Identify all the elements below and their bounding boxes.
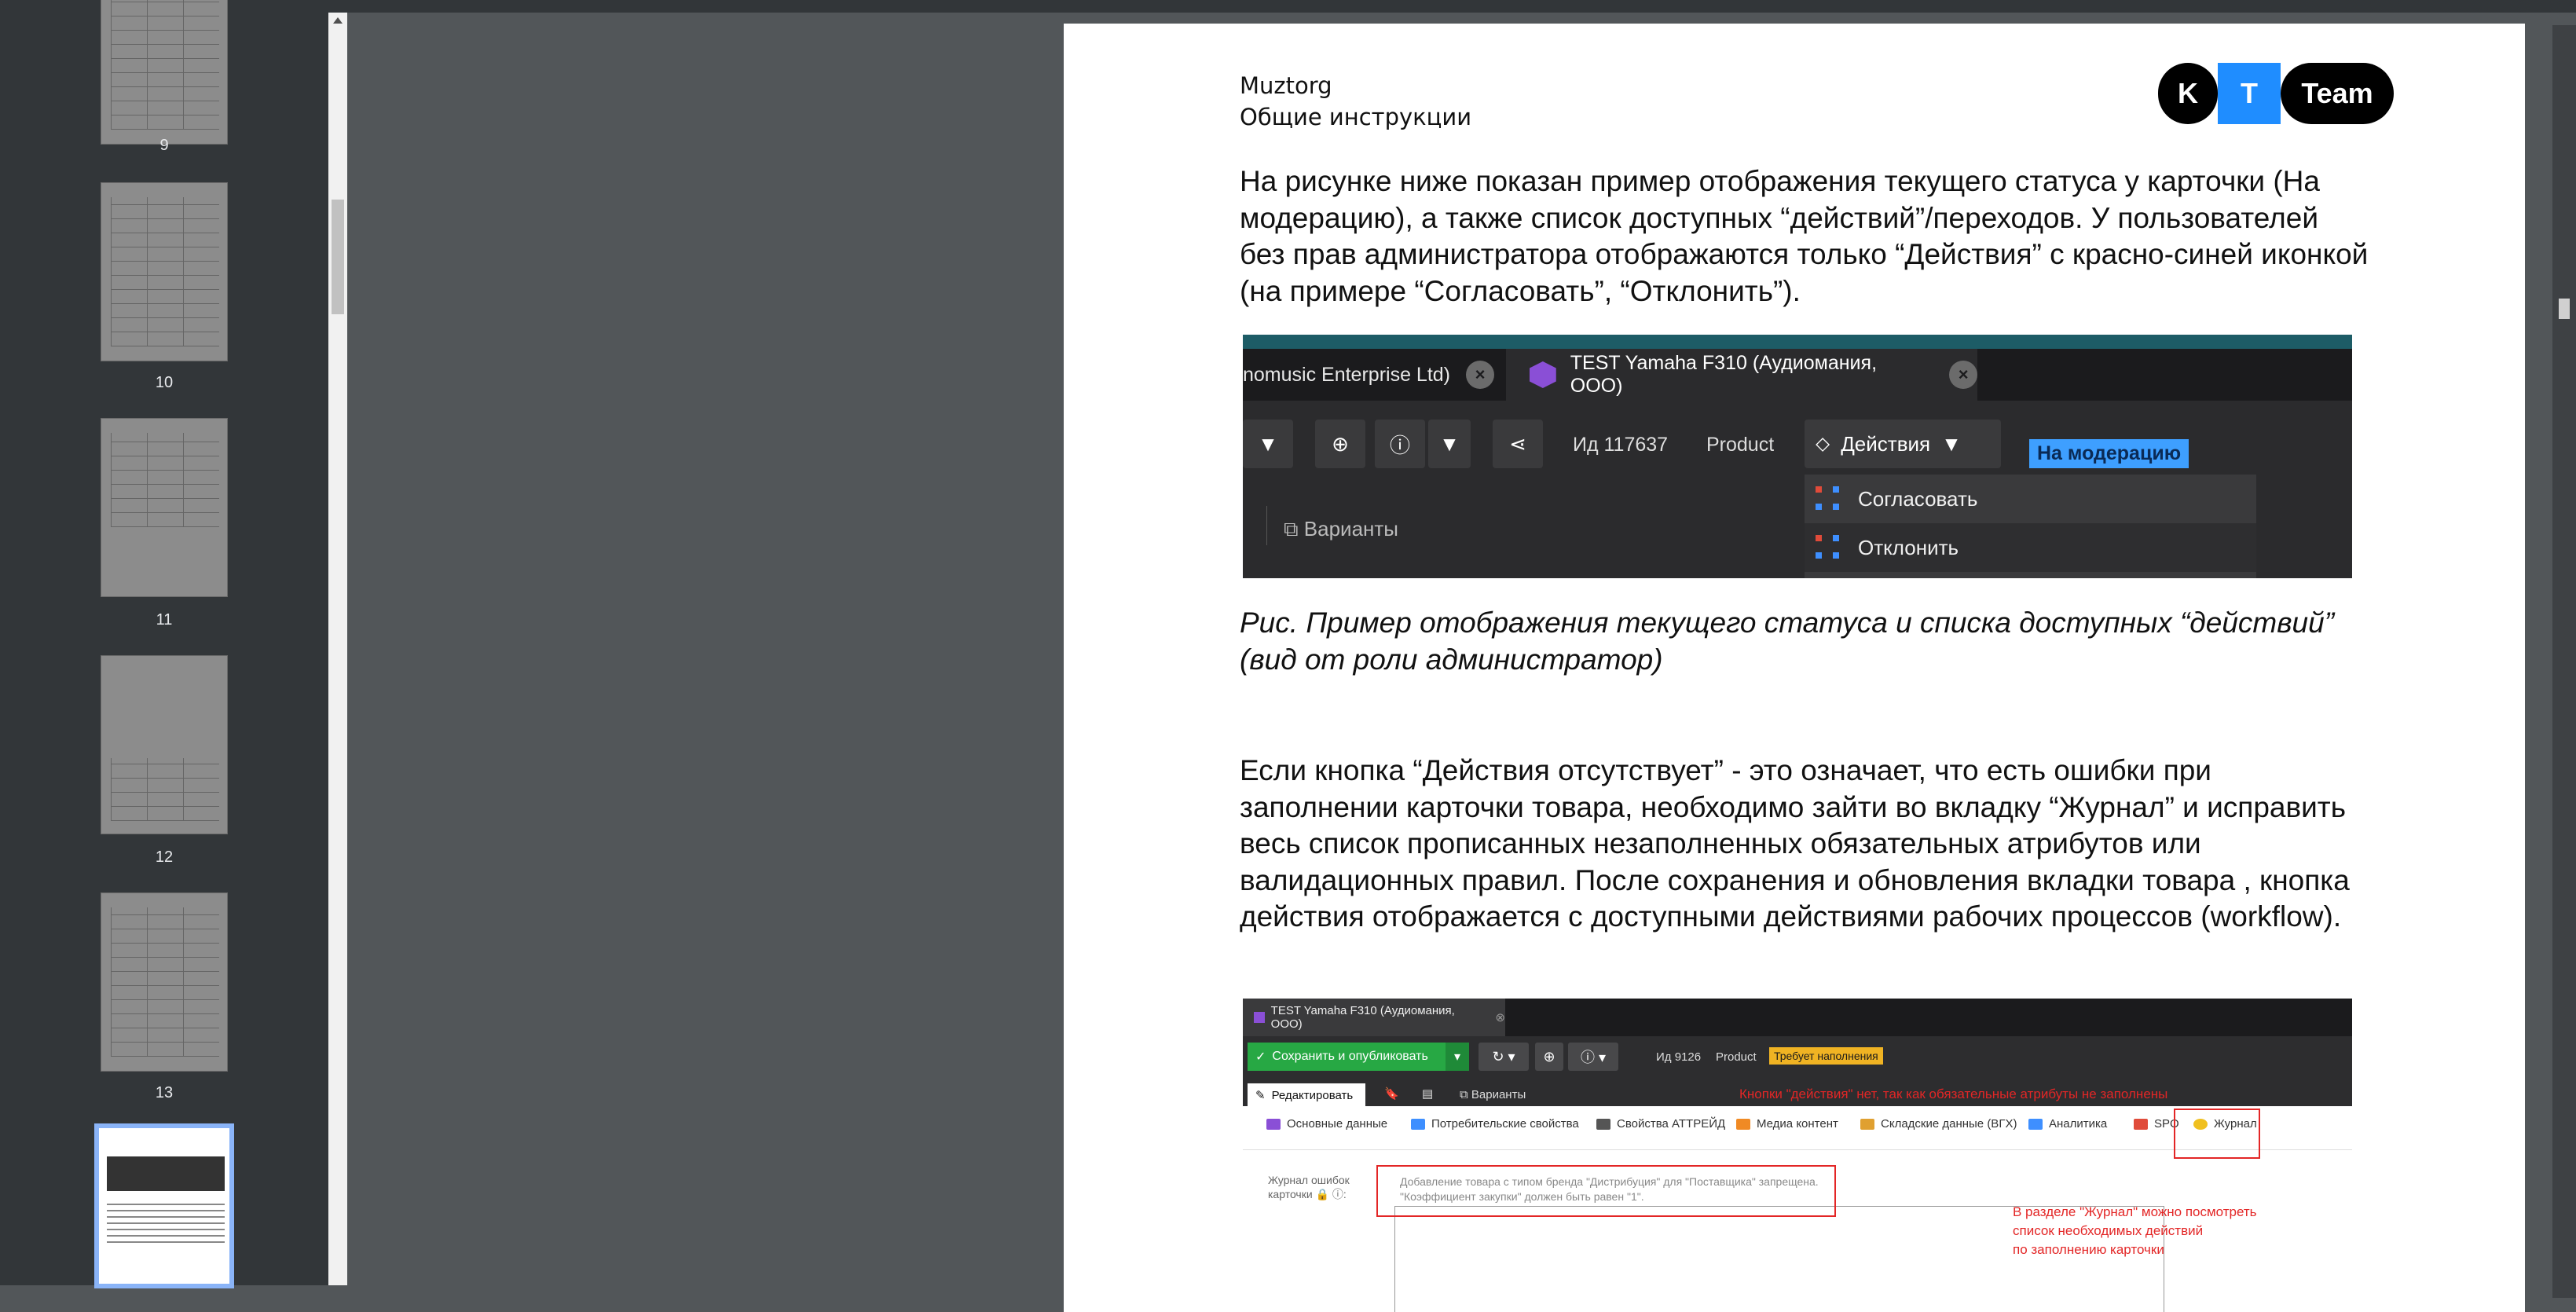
variants-tab: ⧉ Варианты (1284, 517, 1398, 541)
header-section: Общие инструкции (1240, 104, 1472, 130)
refresh-icon: ↻ ▾ (1479, 1043, 1529, 1071)
menu-item-reject: Отклонить (1805, 523, 2256, 572)
close-icon: × (1949, 361, 1977, 389)
tab-active: TEST Yamaha F310 (Аудиомания, ООО) ⊗ (1243, 999, 1505, 1036)
workflow-icon (1816, 535, 1841, 560)
variants-tab: ⧉ Варианты (1460, 1088, 1526, 1101)
dropdown-caret-icon: ▼ (1243, 420, 1293, 468)
highlight-errors (1376, 1165, 1836, 1217)
figure-caption: Рис. Пример отображения текущего статуса… (1240, 607, 2335, 676)
save-publish-button: ✓ Сохранить и опубликовать ▾ (1248, 1043, 1469, 1071)
workflow-icon (1816, 486, 1841, 511)
tab-partial: nomusic Enterprise Ltd) × (1243, 349, 1504, 401)
page-thumbnail-11[interactable] (101, 418, 228, 597)
share-icon: ⋖ (1493, 420, 1543, 468)
check-icon: ✓ (1255, 1050, 1266, 1064)
thumbnail-sidebar: 9 10 11 12 13 (0, 0, 328, 1288)
note-journal: В разделе "Журнал" можно посмотреть списо… (2013, 1204, 2257, 1257)
actions-dropmenu: Согласовать Отклонить (1805, 475, 2256, 578)
log-label: Журнал ошибок карточки 🔒 ⓘ: (1268, 1174, 1350, 1200)
page-number: 12 (155, 848, 174, 866)
sidebar-scrollbar[interactable] (328, 13, 347, 1285)
item-type: Product (1716, 1050, 1757, 1064)
locate-icon: ⊕ (1315, 420, 1365, 468)
nav-main-data: Основные данные (1266, 1117, 1387, 1131)
kt-team-logo: K T Team (2158, 63, 2394, 124)
page-number: 10 (155, 374, 174, 391)
scrollbar-thumb[interactable] (2559, 299, 2570, 319)
close-icon: ⊗ (1495, 1011, 1505, 1024)
page-number: 13 (155, 1084, 174, 1101)
info-icon: ⓘ (1375, 420, 1425, 468)
nav-analytics: Аналитика (2028, 1117, 2107, 1131)
page-thumbnail-active[interactable] (94, 1123, 234, 1288)
status-badge: На модерацию (2029, 439, 2189, 468)
nav-attrade-props: Свойства АТТРЕЙД (1596, 1117, 1725, 1131)
nav-spo: SPO (2134, 1117, 2179, 1131)
clipboard-icon: ▤ (1422, 1087, 1434, 1101)
paragraph-intro: На рисунке ниже показан пример отображен… (1240, 165, 2369, 307)
page-number: 9 (159, 137, 169, 154)
nav-consumer-props: Потребительские свойства (1411, 1117, 1579, 1131)
item-id: Ид 117637 (1573, 434, 1669, 456)
chevron-down-icon: ▼ (1941, 431, 1962, 456)
item-id: Ид 9126 (1656, 1050, 1702, 1064)
pencil-icon: ✎ (1255, 1089, 1266, 1102)
dropdown-caret-icon: ▼ (1428, 420, 1471, 468)
page-thumbnail-10[interactable] (101, 182, 228, 361)
paragraph-explain: Если кнопка “Действия отсутствует” - это… (1240, 754, 2350, 933)
bookmark-icon: 🔖 (1384, 1087, 1399, 1101)
page-thumbnail-9[interactable] (101, 0, 228, 145)
main-scrollbar[interactable] (2552, 25, 2576, 1298)
screenshot-status-actions: nomusic Enterprise Ltd) × TEST Yamaha F31… (1243, 335, 2352, 578)
actions-button: ⬦ Действия ▼ (1805, 420, 2001, 468)
scroll-up-arrow-icon[interactable] (333, 17, 343, 24)
document-page: Muztorg Общие инструкции K T Team На рис… (1064, 24, 2525, 1312)
note-no-actions: Кнопки "действия" нет, так как обязатель… (1739, 1087, 2168, 1101)
tab-active: TEST Yamaha F310 (Аудиомания, ООО) × (1506, 349, 1977, 401)
cube-icon (1530, 361, 1556, 388)
highlight-journal (2174, 1109, 2260, 1159)
status-badge: Требует наполнения (1769, 1047, 1883, 1065)
page-thumbnail-13[interactable] (101, 892, 228, 1072)
header-company: Muztorg (1240, 72, 1332, 99)
page-number: 11 (156, 611, 173, 629)
nav-media: Медиа контент (1736, 1117, 1838, 1131)
scrollbar-thumb[interactable] (332, 200, 344, 314)
locate-icon: ⊕ (1535, 1043, 1563, 1071)
item-type: Product (1706, 434, 1775, 456)
nav-warehouse: Складские данные (ВГХ) (1860, 1117, 2017, 1131)
route-icon: ⬦ (1816, 431, 1830, 455)
screenshot-journal: TEST Yamaha F310 (Аудиомания, ООО) ⊗ ✓ Сох… (1243, 999, 2352, 1312)
chevron-down-icon: ▾ (1446, 1043, 1469, 1071)
menu-item-approve: Согласовать (1805, 475, 2256, 523)
close-icon: × (1466, 361, 1495, 389)
edit-tab: ✎ Редактировать (1248, 1083, 1365, 1107)
document-viewport: Muztorg Общие инструкции K T Team На рис… (347, 13, 2576, 1312)
viewer-top-bar (0, 0, 2576, 13)
info-icon: ⓘ ▾ (1568, 1043, 1618, 1071)
page-thumbnail-12[interactable] (101, 655, 228, 834)
